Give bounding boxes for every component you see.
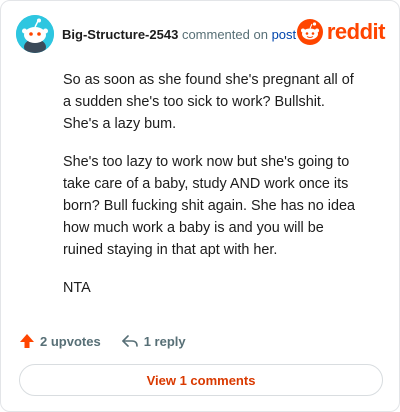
reddit-alien-icon bbox=[296, 19, 323, 45]
reddit-wordmark: reddit bbox=[326, 19, 386, 44]
comment-paragraph: So as soon as she found she's pregnant a… bbox=[63, 72, 354, 132]
reply-arrow-icon bbox=[121, 335, 138, 347]
upvote-count: 2 upvotes bbox=[40, 333, 101, 349]
comment-meta: Big-Structure-2543 commented on post bbox=[62, 27, 296, 42]
comment-card: Big-Structure-2543 commented on post red… bbox=[0, 0, 400, 412]
view-comments-button[interactable]: View 1 comments bbox=[19, 364, 383, 396]
upvote-button[interactable]: 2 upvotes bbox=[19, 333, 101, 349]
comment-header: Big-Structure-2543 commented on post red… bbox=[16, 15, 386, 53]
post-link[interactable]: post bbox=[272, 27, 297, 42]
username-link[interactable]: Big-Structure-2543 bbox=[62, 27, 178, 42]
commented-on-text: commented on bbox=[181, 27, 268, 42]
user-avatar[interactable] bbox=[16, 15, 54, 53]
snoo-avatar-icon bbox=[16, 15, 54, 53]
comment-paragraph: NTA bbox=[63, 280, 91, 296]
reddit-logo[interactable]: reddit bbox=[296, 17, 386, 47]
comment-paragraph: She's too lazy to work now but she's goi… bbox=[63, 154, 356, 258]
reply-count: 1 reply bbox=[143, 333, 186, 349]
reply-button[interactable]: 1 reply bbox=[121, 334, 186, 349]
comment-body: So as soon as she found she's pregnant a… bbox=[63, 69, 363, 315]
comment-actions: 2 upvotes 1 reply bbox=[19, 331, 186, 351]
upvote-arrow-icon bbox=[20, 334, 34, 348]
